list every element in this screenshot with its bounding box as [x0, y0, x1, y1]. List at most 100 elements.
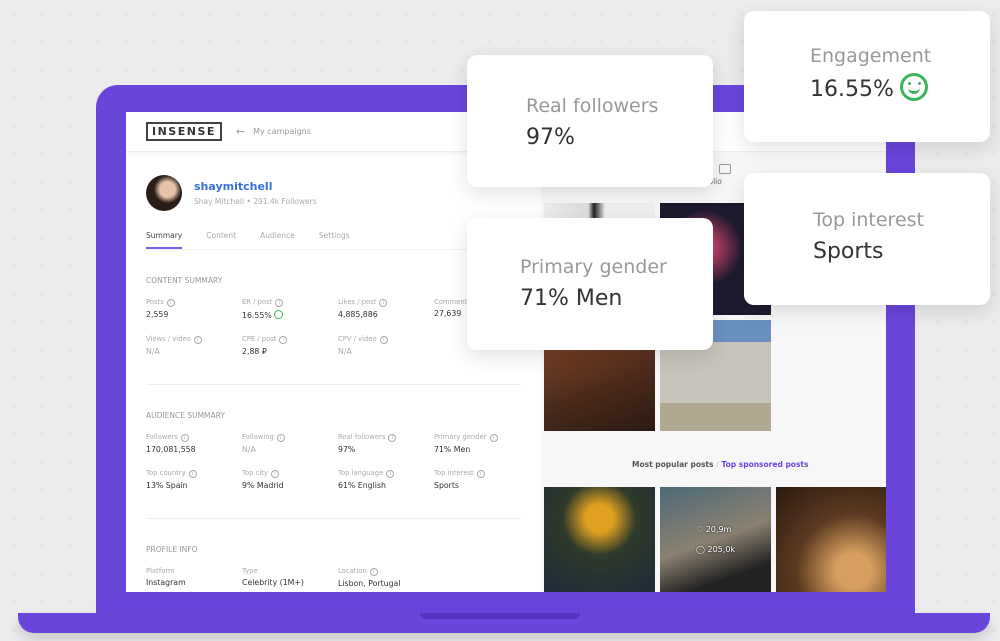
metric-value: 9% Madrid: [242, 481, 338, 490]
smiley-icon: [899, 73, 928, 101]
metric-label-text: Views / video: [146, 335, 191, 343]
card-value: 16.55%: [810, 77, 894, 102]
metric-value-text: 170,081,558: [146, 445, 196, 454]
metric: Followers i 170,081,558: [146, 433, 242, 454]
engagement-card: Engagement 16.55%: [744, 11, 990, 142]
info-icon[interactable]: i: [180, 434, 189, 442]
metric-value: 71% Men: [434, 445, 530, 454]
tab-summary[interactable]: Summary: [146, 231, 183, 249]
tab-audience[interactable]: Audience: [260, 231, 295, 249]
info-icon[interactable]: i: [275, 299, 284, 307]
metric: Top country i 13% Spain: [146, 469, 242, 490]
metric-label-text: ER / post: [242, 298, 273, 306]
info-icon[interactable]: i: [193, 336, 202, 344]
metric-label-text: Platform: [146, 567, 175, 575]
metric-label: ER / post i: [242, 298, 338, 307]
metric-value-text: N/A: [242, 445, 256, 454]
comments-count: ◯ 205,0k: [696, 545, 736, 554]
metric-value: N/A: [146, 347, 242, 356]
metric-label-text: Followers: [146, 433, 178, 441]
metric-label-text: Type: [242, 567, 258, 575]
profile-info-grid: Platform Instagram Type Celebrity (1M+) Loca…: [146, 567, 521, 588]
metric: Platform Instagram: [146, 567, 242, 588]
metric-value: 13% Spain: [146, 481, 242, 490]
metric-label-text: Following: [242, 433, 274, 441]
info-icon[interactable]: i: [369, 568, 378, 576]
metric-value-text: 71% Men: [434, 445, 471, 454]
audience-summary-grid: Followers i 170,081,558 Following i N/A Real f…: [146, 433, 521, 490]
info-icon[interactable]: i: [379, 336, 388, 344]
metric: ER / post i 16.55%: [242, 298, 338, 320]
summary-panel: shaymitchell Shay Mitchell • 291.4k Foll…: [146, 152, 521, 588]
info-icon[interactable]: i: [188, 470, 197, 478]
metric: Primary gender i 71% Men: [434, 433, 530, 454]
metric-label-text: Top city: [242, 469, 268, 477]
metric-value-text: Sports: [434, 481, 459, 490]
back-arrow-icon[interactable]: ←: [236, 125, 245, 138]
metric: Views / video i N/A: [146, 335, 242, 356]
metric-value-text: 16.55%: [242, 311, 272, 320]
metric-value-text: N/A: [338, 347, 352, 356]
metric-value: Sports: [434, 481, 530, 490]
metric-value-text: Lisbon, Portugal: [338, 579, 401, 588]
info-icon[interactable]: i: [279, 336, 288, 344]
post-image[interactable]: ♡ 20,9m ◯ 205,0k: [660, 487, 771, 592]
tab-top-sponsored-posts[interactable]: Top sponsored posts: [721, 460, 808, 469]
metric-value: 2,88 ₽: [242, 347, 338, 356]
metric-value-text: 13% Spain: [146, 481, 188, 490]
info-icon[interactable]: i: [166, 299, 175, 307]
card-value: 97%: [526, 125, 575, 150]
post-image[interactable]: [776, 487, 886, 592]
info-icon[interactable]: i: [270, 470, 279, 478]
metric-value-text: Celebrity (1M+): [242, 578, 304, 587]
metric-label: Primary gender i: [434, 433, 530, 442]
likes-count: ♡ 20,9m: [696, 525, 732, 534]
metric-label-text: Top country: [146, 469, 186, 477]
metric: Posts i 2,559: [146, 298, 242, 320]
metric-label-text: Likes / post: [338, 298, 377, 306]
metric-value: 97%: [338, 445, 434, 454]
metric-label: Real followers i: [338, 433, 434, 442]
metric-value-text: 61% English: [338, 481, 386, 490]
metric-value-text: 4,885,886: [338, 310, 378, 319]
metric: Real followers i 97%: [338, 433, 434, 454]
metric-label: Followers i: [146, 433, 242, 442]
post-image[interactable]: [544, 487, 655, 592]
info-icon[interactable]: i: [386, 470, 395, 478]
divider: [146, 384, 521, 385]
tab-settings[interactable]: Settings: [319, 231, 350, 249]
profile-username[interactable]: shaymitchell: [194, 180, 317, 193]
section-title: AUDIENCE SUMMARY: [146, 411, 225, 420]
separator: /: [716, 460, 719, 469]
metric-label: Top city i: [242, 469, 338, 478]
metric-label-text: Location: [338, 567, 367, 575]
comments-value: 205,0k: [707, 545, 736, 554]
metric-value: 16.55%: [242, 310, 338, 320]
posts-tabs: Most popular posts / Top sponsored posts: [632, 460, 808, 469]
info-icon[interactable]: i: [379, 299, 388, 307]
my-campaigns-link[interactable]: My campaigns: [253, 127, 311, 136]
profile-tabs: Summary Content Audience Settings: [146, 231, 521, 250]
metric-label-text: Posts: [146, 298, 164, 306]
metric-value-text: 27,639: [434, 309, 462, 318]
card-value: Sports: [813, 239, 884, 264]
metric-label-text: Real followers: [338, 433, 386, 441]
info-icon[interactable]: i: [489, 434, 498, 442]
real-followers-card: Real followers 97%: [467, 55, 713, 187]
profile-header: shaymitchell Shay Mitchell • 291.4k Foll…: [146, 175, 521, 211]
tab-most-popular-posts[interactable]: Most popular posts: [632, 460, 713, 469]
metric-value-text: 2,559: [146, 310, 169, 319]
info-icon[interactable]: i: [388, 434, 397, 442]
metric-label: CPV / video i: [338, 335, 434, 344]
divider: [146, 518, 521, 519]
wallet-icon[interactable]: [719, 164, 731, 174]
metric-value-text: N/A: [146, 347, 160, 356]
insense-logo[interactable]: INSENSE: [146, 122, 222, 141]
tab-content[interactable]: Content: [206, 231, 236, 249]
metric: Likes / post i 4,885,886: [338, 298, 434, 320]
info-icon[interactable]: i: [476, 470, 485, 478]
metric: Type Celebrity (1M+): [242, 567, 338, 588]
info-icon[interactable]: i: [276, 434, 285, 442]
avatar: [146, 175, 182, 211]
metric: Top city i 9% Madrid: [242, 469, 338, 490]
